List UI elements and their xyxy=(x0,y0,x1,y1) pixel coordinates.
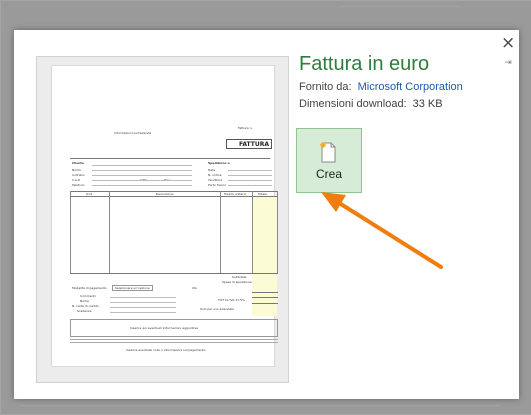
payment-line xyxy=(110,297,176,298)
client-line xyxy=(92,175,192,176)
table-divider xyxy=(220,191,221,273)
create-button-label: Crea xyxy=(315,167,342,181)
invoice-page-preview: Informazioni sull'azienda Fattura n. FAT… xyxy=(51,65,278,367)
totals-rule xyxy=(252,292,278,293)
payment-name: Nome xyxy=(80,299,89,303)
download-row: Dimensioni download: 33 KB xyxy=(299,98,443,110)
template-title: Fattura in euro xyxy=(299,53,430,75)
notes-text: Inserire qui eventuali informazioni aggi… xyxy=(130,326,199,330)
payment-card: N. carta di credito xyxy=(72,304,99,308)
field-name: Nome xyxy=(72,168,81,172)
payment-line xyxy=(110,307,176,308)
company-info-text: Informazioni sull'azienda xyxy=(114,131,152,135)
shipping-line xyxy=(228,170,272,171)
client-line xyxy=(92,185,192,186)
footer-rule xyxy=(70,339,278,340)
field-date: Data xyxy=(208,168,216,172)
office-use-text: Solo per uso aziendale xyxy=(200,307,234,311)
totals-rule xyxy=(252,297,278,298)
shipping-line xyxy=(228,175,272,176)
table-header-bottom xyxy=(70,196,278,197)
subtotal-label: Subtotale xyxy=(232,275,247,279)
template-dialog: × ⇥ Informazioni sull'azienda Fattura n.… xyxy=(14,30,519,399)
shipping-cost-label: Spese di spedizione xyxy=(222,280,252,284)
table-edge xyxy=(70,191,71,273)
footer-rule xyxy=(70,342,278,343)
payment-select: Selezionare un'opzione xyxy=(112,285,153,291)
field-shipping-terms: Porto franco xyxy=(208,183,227,187)
footer-text: Inserire eventuali note o informazioni s… xyxy=(126,348,206,352)
background-line xyxy=(340,6,460,7)
col-unit-price: Prezzo unitario xyxy=(224,192,247,196)
col-description: Descrizione xyxy=(156,192,174,196)
provider-link[interactable]: Microsoft Corporation xyxy=(358,81,463,93)
header-rule xyxy=(70,158,270,159)
close-icon[interactable]: × xyxy=(501,35,515,52)
shipping-line xyxy=(228,180,272,181)
field-phone: Telefono xyxy=(72,183,85,187)
table-edge xyxy=(277,191,278,273)
template-preview: Informazioni sull'azienda Fattura n. FAT… xyxy=(36,56,289,383)
shipping-line xyxy=(228,185,272,186)
col-total: Totale xyxy=(258,192,267,196)
vat-rate: TOT CL'IVA 17,5% xyxy=(218,298,245,302)
field-order: N. ordine xyxy=(208,173,222,177)
provider-label: Fornito da: xyxy=(299,81,352,93)
totals-rule xyxy=(252,303,278,304)
col-qty: Q.tà xyxy=(86,192,93,196)
field-seller: Venditore xyxy=(208,178,223,182)
client-line xyxy=(92,165,192,166)
table-divider xyxy=(109,191,110,273)
payment-expiry: Scadenza xyxy=(77,309,92,313)
create-button[interactable]: Crea xyxy=(296,128,362,193)
provider-row: Fornito da: Microsoft Corporation xyxy=(299,81,463,93)
table-divider xyxy=(252,191,253,273)
payment-line xyxy=(110,302,176,303)
client-line xyxy=(92,170,192,171)
shipping-heading: Spedizione a xyxy=(208,161,230,165)
client-heading: Cliente xyxy=(72,161,84,165)
table-top xyxy=(70,191,278,192)
field-cap: C.A.P. xyxy=(72,178,81,182)
invoice-number-text: Fattura n. xyxy=(238,126,253,130)
field-address: Indirizzo xyxy=(72,173,85,177)
totals-column-fill xyxy=(252,196,277,316)
new-document-icon xyxy=(320,142,336,163)
payment-comments: Commenti xyxy=(80,294,96,298)
background-line xyxy=(20,405,500,406)
download-size: 33 KB xyxy=(412,98,443,110)
payment-line xyxy=(110,312,176,313)
pin-icon[interactable]: ⇥ xyxy=(503,58,513,68)
invoice-heading: FATTURA xyxy=(226,139,272,149)
table-bottom xyxy=(70,273,278,274)
payment-label: Modalità di pagamento xyxy=(72,286,107,290)
vat-label: IVA xyxy=(192,286,197,290)
client-line xyxy=(92,180,192,181)
download-label: Dimensioni download: xyxy=(299,98,407,110)
